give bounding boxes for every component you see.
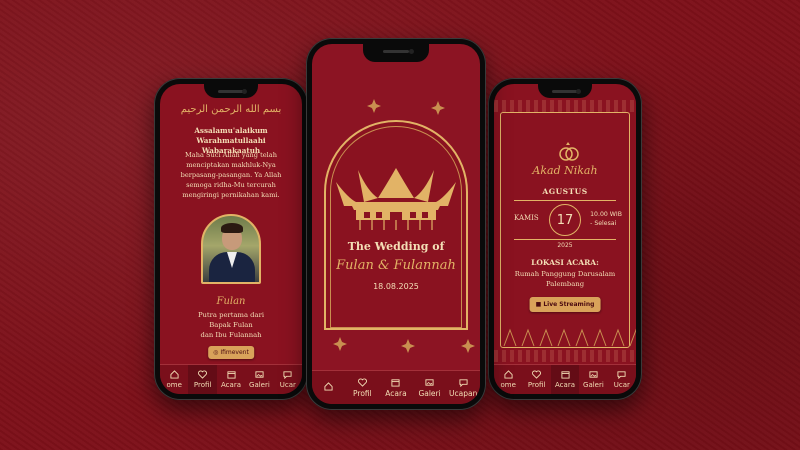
- nav-label: Ucar: [279, 381, 296, 389]
- groom-name: Fulan: [216, 296, 246, 307]
- nav-acara[interactable]: Acara: [379, 378, 413, 398]
- calendar-icon: [226, 371, 236, 379]
- nav-galeri[interactable]: Galeri: [579, 370, 607, 389]
- time-start: 10.00 WIB: [590, 211, 622, 218]
- groom-desc-line: Putra pertama dari: [197, 311, 265, 319]
- groom-description: Putra pertama dari Bapak Fulan dan Ibu F…: [160, 310, 302, 340]
- songket-pattern: [503, 328, 636, 347]
- nav-acara[interactable]: Acara: [550, 364, 580, 394]
- nav-acara[interactable]: Acara: [217, 370, 245, 389]
- video-icon: ■: [535, 301, 544, 308]
- nav-label: Ucar: [613, 381, 630, 389]
- chat-icon: [459, 378, 468, 387]
- phone-notch: [538, 84, 592, 98]
- nav-profil[interactable]: Profil: [346, 377, 380, 398]
- nav-label: ome: [500, 381, 516, 389]
- profile-screen: بسم الله الرحمن الرحيم Assalamu'alaikum …: [160, 84, 302, 394]
- live-streaming-button[interactable]: ■ Live Streaming: [529, 297, 601, 312]
- nav-label: Acara: [555, 381, 575, 389]
- groom-desc-line: dan Ibu Fulannah: [200, 331, 262, 339]
- event-screen: Akad Nikah AGUSTUS KAMIS 17 10.00 WIB - …: [494, 84, 636, 394]
- nav-profil[interactable]: Profil: [522, 370, 550, 389]
- bottom-nav: ome Profil Acara Galeri Ucar: [494, 364, 636, 394]
- home-icon: [170, 370, 179, 379]
- event-day: KAMIS: [514, 214, 539, 222]
- phone-cover: The Wedding of Fulan & Fulannah 18.08.20…: [306, 38, 486, 410]
- phone-profile: بسم الله الرحمن الرحيم Assalamu'alaikum …: [154, 78, 308, 400]
- image-icon: [425, 378, 434, 386]
- calendar-icon: [391, 378, 401, 387]
- bottom-nav: Profil Acara Galeri Ucapan: [312, 370, 480, 404]
- nav-home[interactable]: ome: [160, 370, 188, 389]
- location-line: Palembang: [545, 280, 585, 288]
- groom-desc-line: Bapak Fulan: [209, 321, 253, 329]
- nav-label: Profil: [353, 388, 372, 398]
- phone-event: Akad Nikah AGUSTUS KAMIS 17 10.00 WIB - …: [488, 78, 642, 400]
- nav-home[interactable]: ome: [494, 370, 522, 389]
- nav-ucapan[interactable]: Ucapan: [446, 378, 480, 398]
- couple-names: Fulan & Fulannah: [336, 258, 456, 273]
- phone-notch: [204, 84, 258, 98]
- nav-galeri[interactable]: Galeri: [245, 370, 273, 389]
- wedding-title: The Wedding of: [347, 240, 445, 253]
- home-icon: [504, 370, 513, 379]
- nav-label: Profil: [527, 381, 546, 389]
- nav-label: ome: [166, 381, 182, 389]
- event-date-number: 17: [549, 204, 581, 236]
- image-icon: [255, 371, 264, 378]
- nav-label: Galeri: [583, 381, 604, 389]
- phone-notch: [363, 44, 429, 62]
- cover-screen: The Wedding of Fulan & Fulannah 18.08.20…: [312, 44, 480, 404]
- heart-icon: [357, 377, 367, 387]
- songket-band-bottom: [494, 350, 636, 362]
- nav-label: Galeri: [418, 388, 441, 398]
- songket-band-top: [494, 100, 636, 112]
- time-end: - Selesai: [590, 220, 617, 227]
- event-time: 10.00 WIB - Selesai: [590, 210, 622, 228]
- nav-label: Acara: [221, 381, 241, 389]
- image-icon: [589, 371, 598, 378]
- intro-text: Maha Suci Allah yang telah menciptakan m…: [180, 151, 282, 199]
- nav-label: Galeri: [249, 381, 270, 389]
- event-title: Akad Nikah: [532, 164, 598, 177]
- nav-label: Acara: [385, 388, 407, 398]
- divider: [514, 239, 616, 240]
- heart-icon: [532, 370, 542, 379]
- bismillah-header: بسم الله الرحمن الرحيم: [180, 104, 282, 115]
- nav-label: Ucapan: [449, 388, 478, 398]
- nav-ucapan[interactable]: Ucar: [274, 370, 302, 389]
- calendar-icon: [560, 371, 570, 379]
- heart-icon: [198, 370, 208, 379]
- nav-label: Profil: [193, 381, 212, 389]
- bottom-nav: ome Profil Acara Galeri Ucar: [160, 364, 302, 394]
- location-title: LOKASI ACARA:: [531, 258, 599, 267]
- divider: [514, 200, 616, 201]
- rings-icon: [559, 142, 579, 161]
- nav-galeri[interactable]: Galeri: [413, 378, 447, 398]
- event-month: AGUSTUS: [542, 187, 588, 196]
- wedding-date: 18.08.2025: [373, 282, 419, 291]
- instagram-button[interactable]: ◎ Ifimevent: [208, 346, 254, 359]
- nav-profil[interactable]: Profil: [188, 364, 217, 394]
- nav-home[interactable]: [312, 382, 346, 393]
- location-text: Rumah Panggung Darusalam Palembang: [494, 269, 636, 289]
- event-year: 2025: [557, 242, 573, 249]
- chat-icon: [617, 371, 626, 379]
- traditional-house-icon: [336, 168, 456, 230]
- chat-icon: [283, 371, 292, 379]
- groom-photo: [201, 214, 261, 284]
- location-line: Rumah Panggung Darusalam: [514, 270, 616, 278]
- home-icon: [324, 382, 333, 391]
- nav-ucapan[interactable]: Ucar: [608, 370, 636, 389]
